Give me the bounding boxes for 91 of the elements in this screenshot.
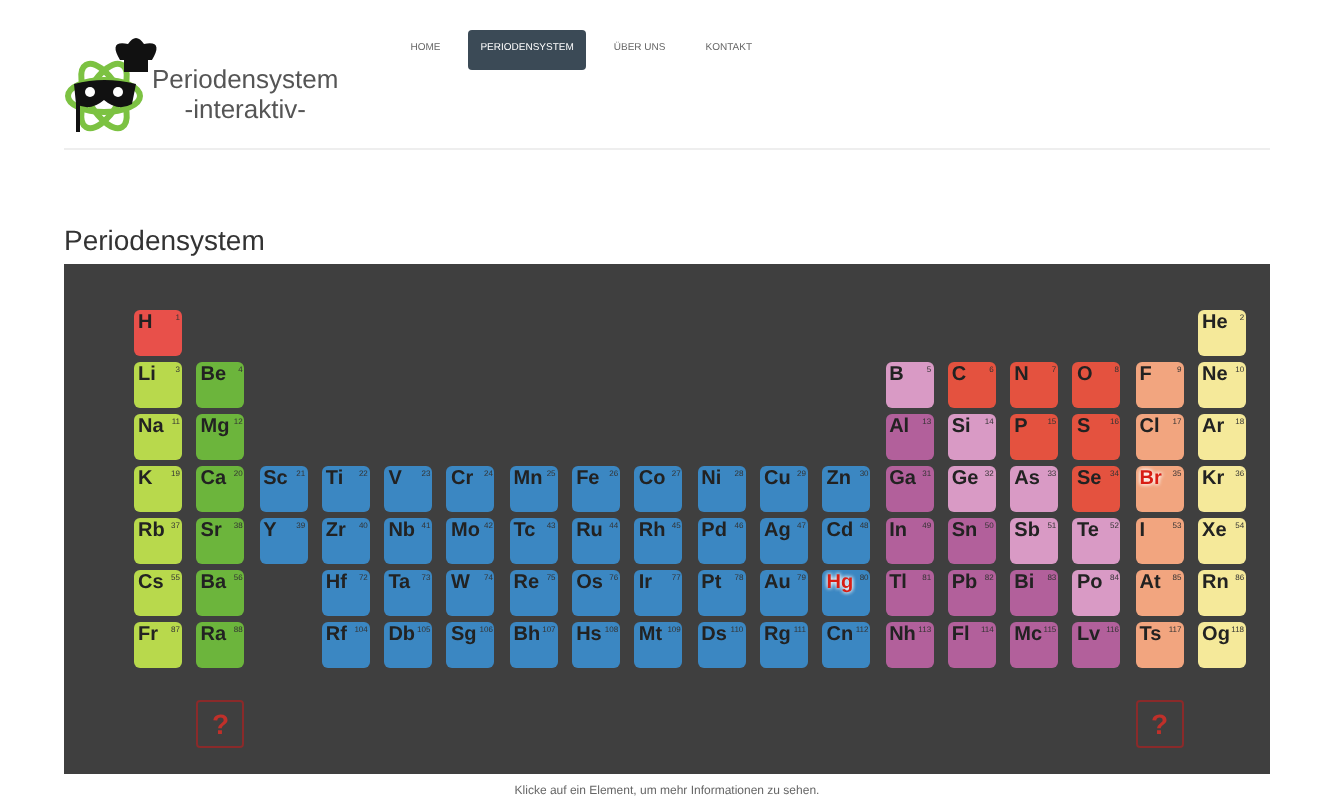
element-symbol: Hf xyxy=(325,572,347,594)
element-symbol: Pt xyxy=(701,572,722,594)
element-symbol: Rn xyxy=(1202,572,1229,594)
logo-title: Periodensystem xyxy=(152,64,339,94)
element-symbol: Xe xyxy=(1202,520,1227,542)
element-symbol: Ta xyxy=(388,572,411,594)
element-symbol: Nb xyxy=(388,520,416,542)
element-symbol: Al xyxy=(889,416,910,438)
element-symbol: Pb xyxy=(951,572,978,594)
element-symbol: Cn xyxy=(826,624,854,646)
element-symbol: Se xyxy=(1076,468,1102,490)
element-symbol: Hs xyxy=(576,624,602,646)
element-symbol: S xyxy=(1076,416,1091,438)
element-symbol: Co xyxy=(638,468,666,490)
element-symbol: Ds xyxy=(701,624,727,646)
element-symbol: O xyxy=(1076,364,1093,386)
element-symbol: Fe xyxy=(576,468,600,490)
element-symbol: Y xyxy=(263,520,277,542)
element-symbol: Og xyxy=(1202,624,1230,646)
element-symbol: Bi xyxy=(1014,572,1035,594)
element-symbol: Tc xyxy=(513,520,536,542)
element-symbol: Tl xyxy=(889,572,907,594)
element-symbol: Ra xyxy=(200,624,227,646)
element-symbol: Li xyxy=(138,364,156,386)
element-symbol: P xyxy=(1014,416,1028,438)
element-symbol: C xyxy=(951,364,967,386)
element-symbol: Ge xyxy=(951,468,979,490)
element-symbol: W xyxy=(450,572,470,594)
element-symbol: Mg xyxy=(200,416,230,438)
element-symbol: Os xyxy=(576,572,603,594)
element-symbol: Ca xyxy=(200,468,227,490)
element-symbol: Db xyxy=(388,624,416,646)
element-symbol: Kr xyxy=(1202,468,1225,490)
element-symbol: Ag xyxy=(763,520,791,542)
element-symbol: Ts xyxy=(1139,624,1162,646)
element-symbol: In xyxy=(889,520,907,542)
element-symbol: Mo xyxy=(450,520,480,542)
element-symbol: Sc xyxy=(263,468,288,490)
element-symbol: Bh xyxy=(513,624,541,646)
element-symbol: Fr xyxy=(138,624,158,646)
element-symbol: Zr xyxy=(325,520,346,542)
element-symbol: H xyxy=(138,312,153,334)
element-symbol: I xyxy=(1139,520,1146,542)
element-symbol: Nh xyxy=(889,624,916,646)
element-symbol: Mt xyxy=(638,624,663,646)
element-symbol: Sg xyxy=(450,624,477,646)
element-symbol: Br xyxy=(1139,468,1162,490)
element-symbol: Hg xyxy=(826,572,854,594)
element-symbol: Be xyxy=(200,364,227,386)
element-symbol: Ba xyxy=(200,572,227,594)
element-symbol: Au xyxy=(763,572,791,594)
element-symbol: Ir xyxy=(638,572,653,594)
logo-subtitle: -interaktiv- xyxy=(184,94,306,124)
element-symbol: Po xyxy=(1076,572,1103,594)
element-symbol: Cr xyxy=(450,468,474,490)
element-symbol: Lv xyxy=(1076,624,1101,646)
element-symbol: Sn xyxy=(951,520,978,542)
element-symbol: Fl xyxy=(951,624,970,646)
element-symbol: Cd xyxy=(826,520,854,542)
element-symbol: Rf xyxy=(325,624,347,646)
element-symbol: B xyxy=(889,364,904,386)
element-symbol: He xyxy=(1202,312,1228,334)
element-symbol: Rb xyxy=(138,520,165,542)
element-symbol: N xyxy=(1014,364,1029,386)
element-symbol: At xyxy=(1139,572,1161,594)
element-symbol: As xyxy=(1014,468,1040,490)
element-symbol: Ti xyxy=(325,468,344,490)
element-symbol: Mc xyxy=(1014,624,1043,646)
element-symbol: Cl xyxy=(1139,416,1160,438)
element-symbol: Ru xyxy=(576,520,603,542)
element-symbol: Rg xyxy=(763,624,791,646)
element-symbol: Ne xyxy=(1202,364,1228,386)
element-symbol: Zn xyxy=(826,468,851,490)
element-symbol: Sr xyxy=(200,520,222,542)
element-symbol: Te xyxy=(1076,520,1099,542)
element-symbol: Pd xyxy=(701,520,727,542)
element-symbol: Sb xyxy=(1014,520,1040,542)
element-symbol: Si xyxy=(951,416,971,438)
element-symbol: Re xyxy=(513,572,540,594)
element-symbol: Cu xyxy=(763,468,791,490)
page-heading: Periodensystem xyxy=(64,224,267,256)
element-symbol: V xyxy=(388,468,402,490)
element-symbol: Rh xyxy=(638,520,666,542)
element-symbol: Mn xyxy=(513,468,543,490)
element-symbol: Ni xyxy=(701,468,722,490)
element-symbol: K xyxy=(138,468,153,490)
element-symbol: Ar xyxy=(1202,416,1225,438)
element-symbol: Cs xyxy=(138,572,164,594)
element-symbol: Ga xyxy=(889,468,916,490)
element-symbol: F xyxy=(1139,364,1152,386)
element-symbol: Na xyxy=(138,416,164,438)
